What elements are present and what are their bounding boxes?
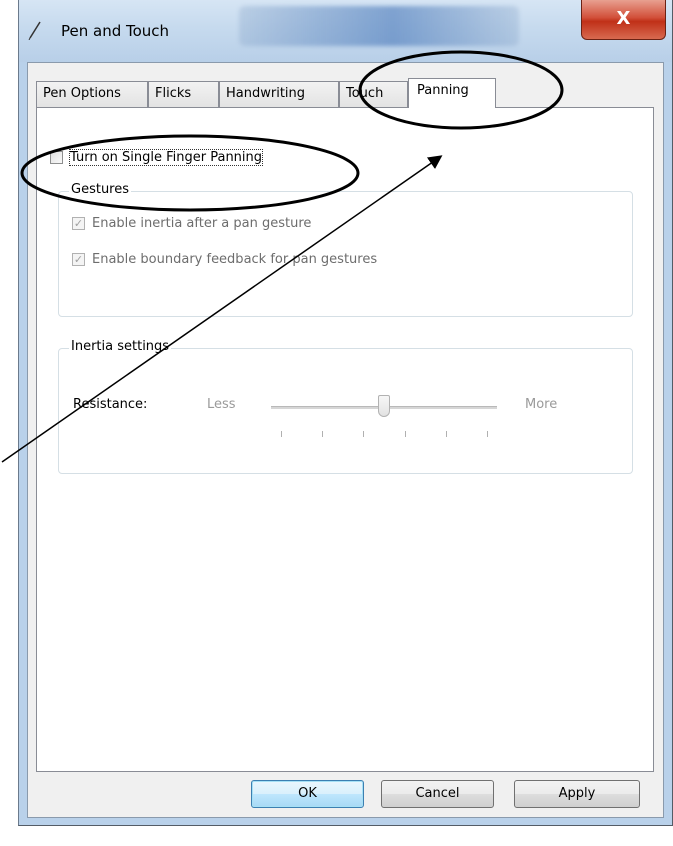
pen-and-touch-window: Pen and Touch X Pen Options Flicks Handw… bbox=[18, 0, 673, 826]
close-icon: X bbox=[616, 8, 631, 29]
slider-tick bbox=[363, 431, 365, 437]
inertia-after-pan-checkbox[interactable]: ✓ bbox=[72, 217, 85, 230]
resistance-label: Resistance: bbox=[73, 397, 148, 412]
tab-strip: Pen Options Flicks Handwriting Touch Pan… bbox=[36, 78, 656, 108]
boundary-feedback-label: Enable boundary feedback for pan gesture… bbox=[92, 252, 378, 267]
gestures-group: Gestures ✓ Enable inertia after a pan ge… bbox=[58, 182, 633, 317]
tab-label: Touch bbox=[346, 86, 384, 101]
resistance-slider-thumb[interactable] bbox=[378, 395, 390, 417]
title-bar-glass bbox=[239, 6, 519, 46]
resistance-less-label: Less bbox=[207, 397, 236, 412]
inertia-settings-group: Inertia settings Resistance: Less More bbox=[58, 339, 633, 474]
boundary-feedback-option[interactable]: ✓ Enable boundary feedback for pan gestu… bbox=[72, 252, 377, 267]
single-finger-panning-option[interactable]: Turn on Single Finger Panning bbox=[50, 149, 264, 166]
single-finger-panning-checkbox[interactable] bbox=[50, 151, 63, 164]
ok-button[interactable]: OK bbox=[251, 780, 364, 808]
tab-label: Panning bbox=[417, 83, 469, 98]
title-bar[interactable]: Pen and Touch X bbox=[19, 0, 672, 62]
cancel-button[interactable]: Cancel bbox=[381, 780, 494, 808]
gestures-group-label: Gestures bbox=[69, 182, 132, 197]
tab-label: Handwriting bbox=[226, 86, 306, 101]
tab-label: Pen Options bbox=[43, 86, 121, 101]
tab-panning[interactable]: Panning bbox=[408, 78, 496, 108]
tab-label: Flicks bbox=[155, 86, 192, 101]
slider-tick bbox=[322, 431, 324, 437]
single-finger-panning-label[interactable]: Turn on Single Finger Panning bbox=[68, 149, 264, 166]
inertia-after-pan-option[interactable]: ✓ Enable inertia after a pan gesture bbox=[72, 216, 311, 231]
tab-handwriting[interactable]: Handwriting bbox=[219, 81, 339, 107]
slider-tick bbox=[404, 431, 406, 437]
close-button[interactable]: X bbox=[581, 0, 666, 40]
apply-button[interactable]: Apply bbox=[514, 780, 640, 808]
inertia-after-pan-label: Enable inertia after a pan gesture bbox=[92, 216, 312, 231]
tab-touch[interactable]: Touch bbox=[339, 81, 408, 107]
slider-tick bbox=[281, 431, 282, 437]
resistance-more-label: More bbox=[525, 397, 558, 412]
panning-tab-panel: Turn on Single Finger Panning Gestures ✓… bbox=[36, 107, 654, 772]
pen-icon bbox=[28, 21, 41, 40]
boundary-feedback-checkbox[interactable]: ✓ bbox=[72, 253, 85, 266]
slider-tick bbox=[487, 431, 488, 437]
tab-flicks[interactable]: Flicks bbox=[148, 81, 219, 107]
slider-tick bbox=[445, 431, 447, 437]
window-title: Pen and Touch bbox=[61, 22, 170, 40]
dialog-body: Pen Options Flicks Handwriting Touch Pan… bbox=[27, 62, 664, 818]
inertia-settings-label: Inertia settings bbox=[69, 339, 172, 354]
tab-pen-options[interactable]: Pen Options bbox=[36, 81, 148, 107]
